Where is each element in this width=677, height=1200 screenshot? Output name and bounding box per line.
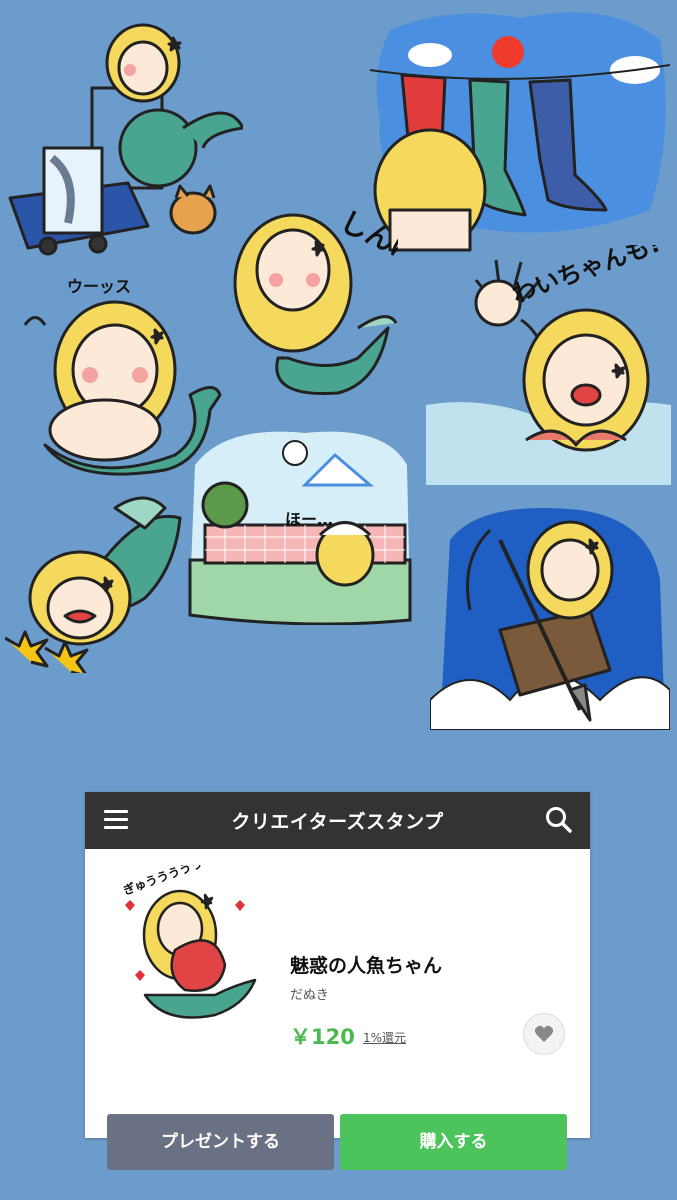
gift-button[interactable]: プレゼントする (107, 1114, 334, 1170)
sticker-laundry-tails (370, 12, 670, 252)
header-bar: クリエイターズスタンプ (85, 792, 590, 849)
favorite-button[interactable] (523, 1013, 565, 1055)
buy-button[interactable]: 購入する (340, 1114, 567, 1170)
sticker-caption-ussu: ウーッス (67, 277, 131, 296)
search-icon[interactable] (545, 806, 573, 834)
sticker-onsen-mermaid: ほー… (188, 431, 412, 625)
header-title: クリエイターズスタンプ (231, 811, 444, 833)
product-price: ￥120 (290, 1025, 355, 1049)
sticker-caption-ho: ほー… (285, 510, 333, 529)
cashback-link[interactable]: 1%還元 (363, 1029, 406, 1046)
product-body: ぎゅううううう 魅惑の人魚ちゃん だぬき ￥120 1%還元 プレゼントする 購… (85, 849, 590, 1170)
sticker-worried-mermaid: しんぱい (233, 204, 398, 396)
sticker-caption-waichanmo: わいちゃんも! (508, 245, 663, 309)
product-title: 魅惑の人魚ちゃん (290, 955, 443, 977)
sticker-cart-mermaid (8, 23, 243, 256)
sticker-crying-mermaid (5, 496, 182, 673)
heart-icon (534, 1025, 554, 1042)
sticker-harpoon-mermaid (430, 508, 670, 730)
product-author[interactable]: だぬき (290, 984, 329, 1003)
sticker-waving-mermaid: わいちゃんも! (426, 245, 671, 485)
product-thumbnail[interactable]: ぎゅううううう (105, 865, 265, 1025)
sticker-product-card: クリエイターズスタンプ ぎゅううううう 魅惑の人魚ちゃん だぬき ￥120 1%… (85, 792, 590, 1170)
